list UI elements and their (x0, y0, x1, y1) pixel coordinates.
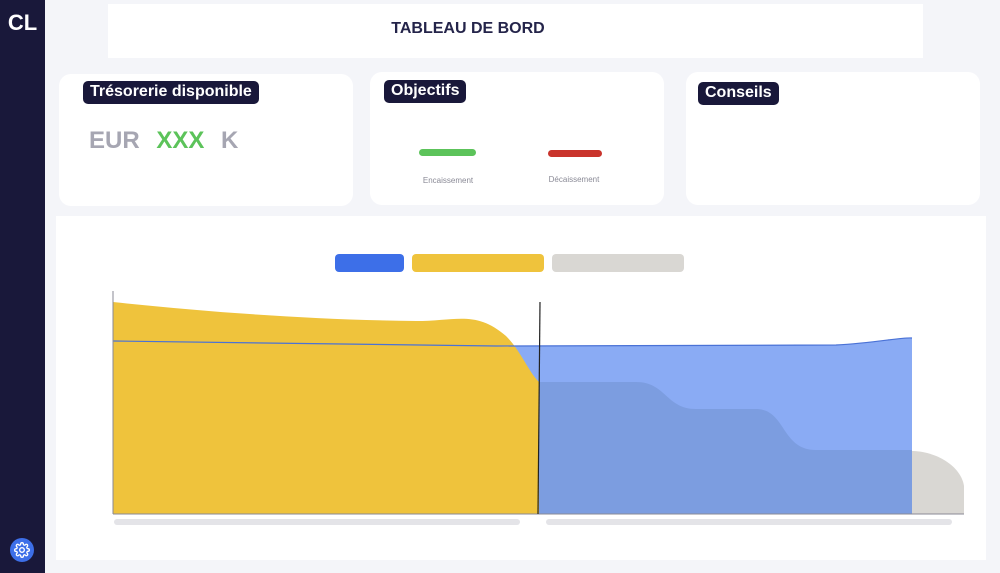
conseils-title: Conseils (698, 82, 779, 105)
timeline-scroll-left[interactable] (114, 519, 520, 525)
chart-panel (56, 216, 986, 560)
tresorerie-amount: EUR XXX K (89, 127, 238, 155)
header-bar: TABLEAU DE BORD (108, 4, 923, 58)
page-title: TABLEAU DE BORD (391, 20, 545, 37)
yellow-area (113, 302, 539, 514)
decaissement-bar (548, 150, 602, 157)
gear-icon (14, 542, 30, 558)
amount-unit: K (221, 127, 239, 154)
timeline-scroll-right[interactable] (546, 519, 952, 525)
amount-value: XXX (156, 127, 205, 154)
cashflow-chart (112, 291, 964, 515)
conseils-card: Conseils (686, 72, 980, 205)
objectifs-title: Objectifs (384, 80, 467, 103)
app-logo: CL (7, 10, 38, 35)
sidebar: CL (0, 0, 45, 573)
settings-button[interactable] (10, 538, 34, 562)
encaissement-label: Encaissement (422, 176, 474, 185)
tresorerie-title: Trésorerie disponible (83, 81, 259, 104)
grey-area (911, 451, 964, 514)
encaissement-bar (419, 149, 476, 156)
currency-label: EUR (89, 127, 140, 154)
objectifs-card: Objectifs Encaissement Décaissement (370, 72, 664, 205)
tresorerie-card: Trésorerie disponible EUR XXX K (59, 74, 353, 206)
decaissement-label: Décaissement (548, 175, 600, 184)
